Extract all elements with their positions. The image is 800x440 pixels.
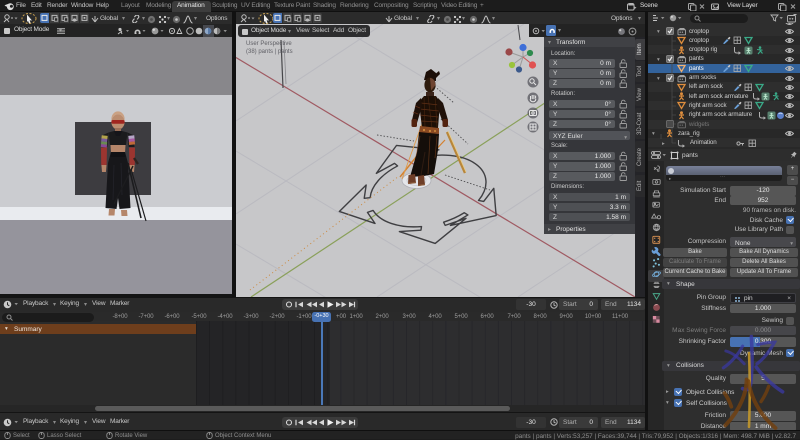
svg-text:User Perspective: User Perspective <box>246 41 292 47</box>
svg-text:(38) pants | pants: (38) pants | pants <box>246 49 293 55</box>
